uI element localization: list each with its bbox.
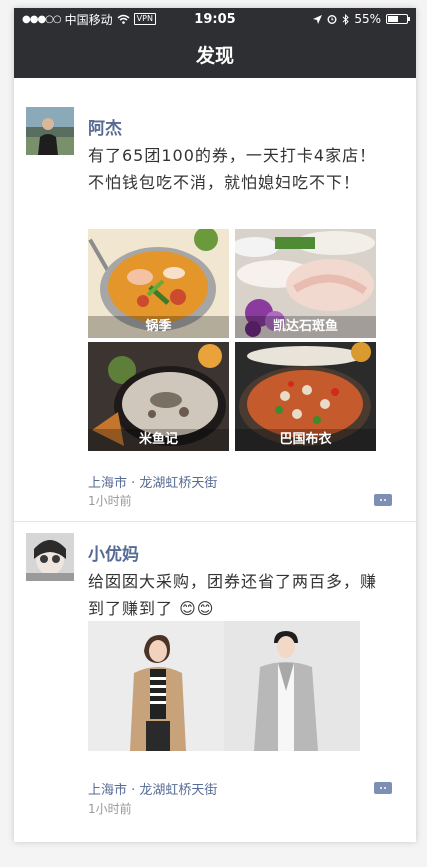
- photo-grouper[interactable]: 凯达石斑鱼: [235, 229, 376, 338]
- post-photo[interactable]: [88, 621, 360, 751]
- photo-caption: 米鱼记: [88, 429, 229, 451]
- photo-hotpot[interactable]: 锅季: [88, 229, 229, 338]
- carrier-label: 中国移动: [64, 12, 113, 27]
- comment-icon[interactable]: [374, 782, 392, 794]
- wifi-icon: [117, 14, 130, 24]
- photo-caption: 锅季: [88, 316, 229, 338]
- phone-screen: ●●●○○ 中国移动 VPN 19:05 55% 发现 阿杰 有了65团100的…: [14, 8, 416, 842]
- bluetooth-icon: [342, 13, 350, 25]
- nav-bar: 发现: [14, 30, 416, 78]
- post-time: 1小时前: [88, 802, 132, 816]
- signal-icon: ●●●○○: [22, 13, 62, 25]
- post-text: 给囡囡大采购，团券还省了两百多，赚到了赚到了 😊😊: [88, 572, 378, 618]
- post-location[interactable]: 上海市 · 龙湖虹桥天街: [88, 472, 217, 491]
- battery-level: [388, 16, 398, 22]
- location-arrow-icon: [313, 14, 323, 24]
- vpn-badge: VPN: [133, 13, 156, 25]
- alarm-icon: [327, 15, 337, 24]
- post-text: 有了65团100的券，一天打卡4家店！不怕钱包吃不消，就怕媳妇吃不下！: [88, 146, 377, 192]
- post-time: 1小时前: [88, 494, 132, 508]
- battery-percent: 55%: [354, 12, 381, 26]
- photo-caption: 凯达石斑鱼: [235, 316, 376, 338]
- photo-spicy-dish[interactable]: 巴国布衣: [235, 342, 376, 451]
- post-author[interactable]: 小优妈: [88, 540, 139, 565]
- photo-caption: 巴国布衣: [235, 429, 376, 451]
- avatar[interactable]: [26, 533, 74, 581]
- status-bar: ●●●○○ 中国移动 VPN 19:05 55%: [14, 8, 416, 30]
- avatar[interactable]: [26, 107, 74, 155]
- page-title: 发现: [195, 44, 234, 67]
- battery-icon: [386, 14, 410, 24]
- photo-fish-soup[interactable]: 米鱼记: [88, 342, 229, 451]
- divider: [14, 521, 416, 522]
- photo-grid: 锅季 凯达石斑鱼 米鱼记 巴国布衣: [88, 229, 376, 451]
- comment-icon[interactable]: [374, 494, 392, 506]
- post-author[interactable]: 阿杰: [88, 114, 122, 139]
- post-location[interactable]: 上海市 · 龙湖虹桥天街: [88, 779, 217, 798]
